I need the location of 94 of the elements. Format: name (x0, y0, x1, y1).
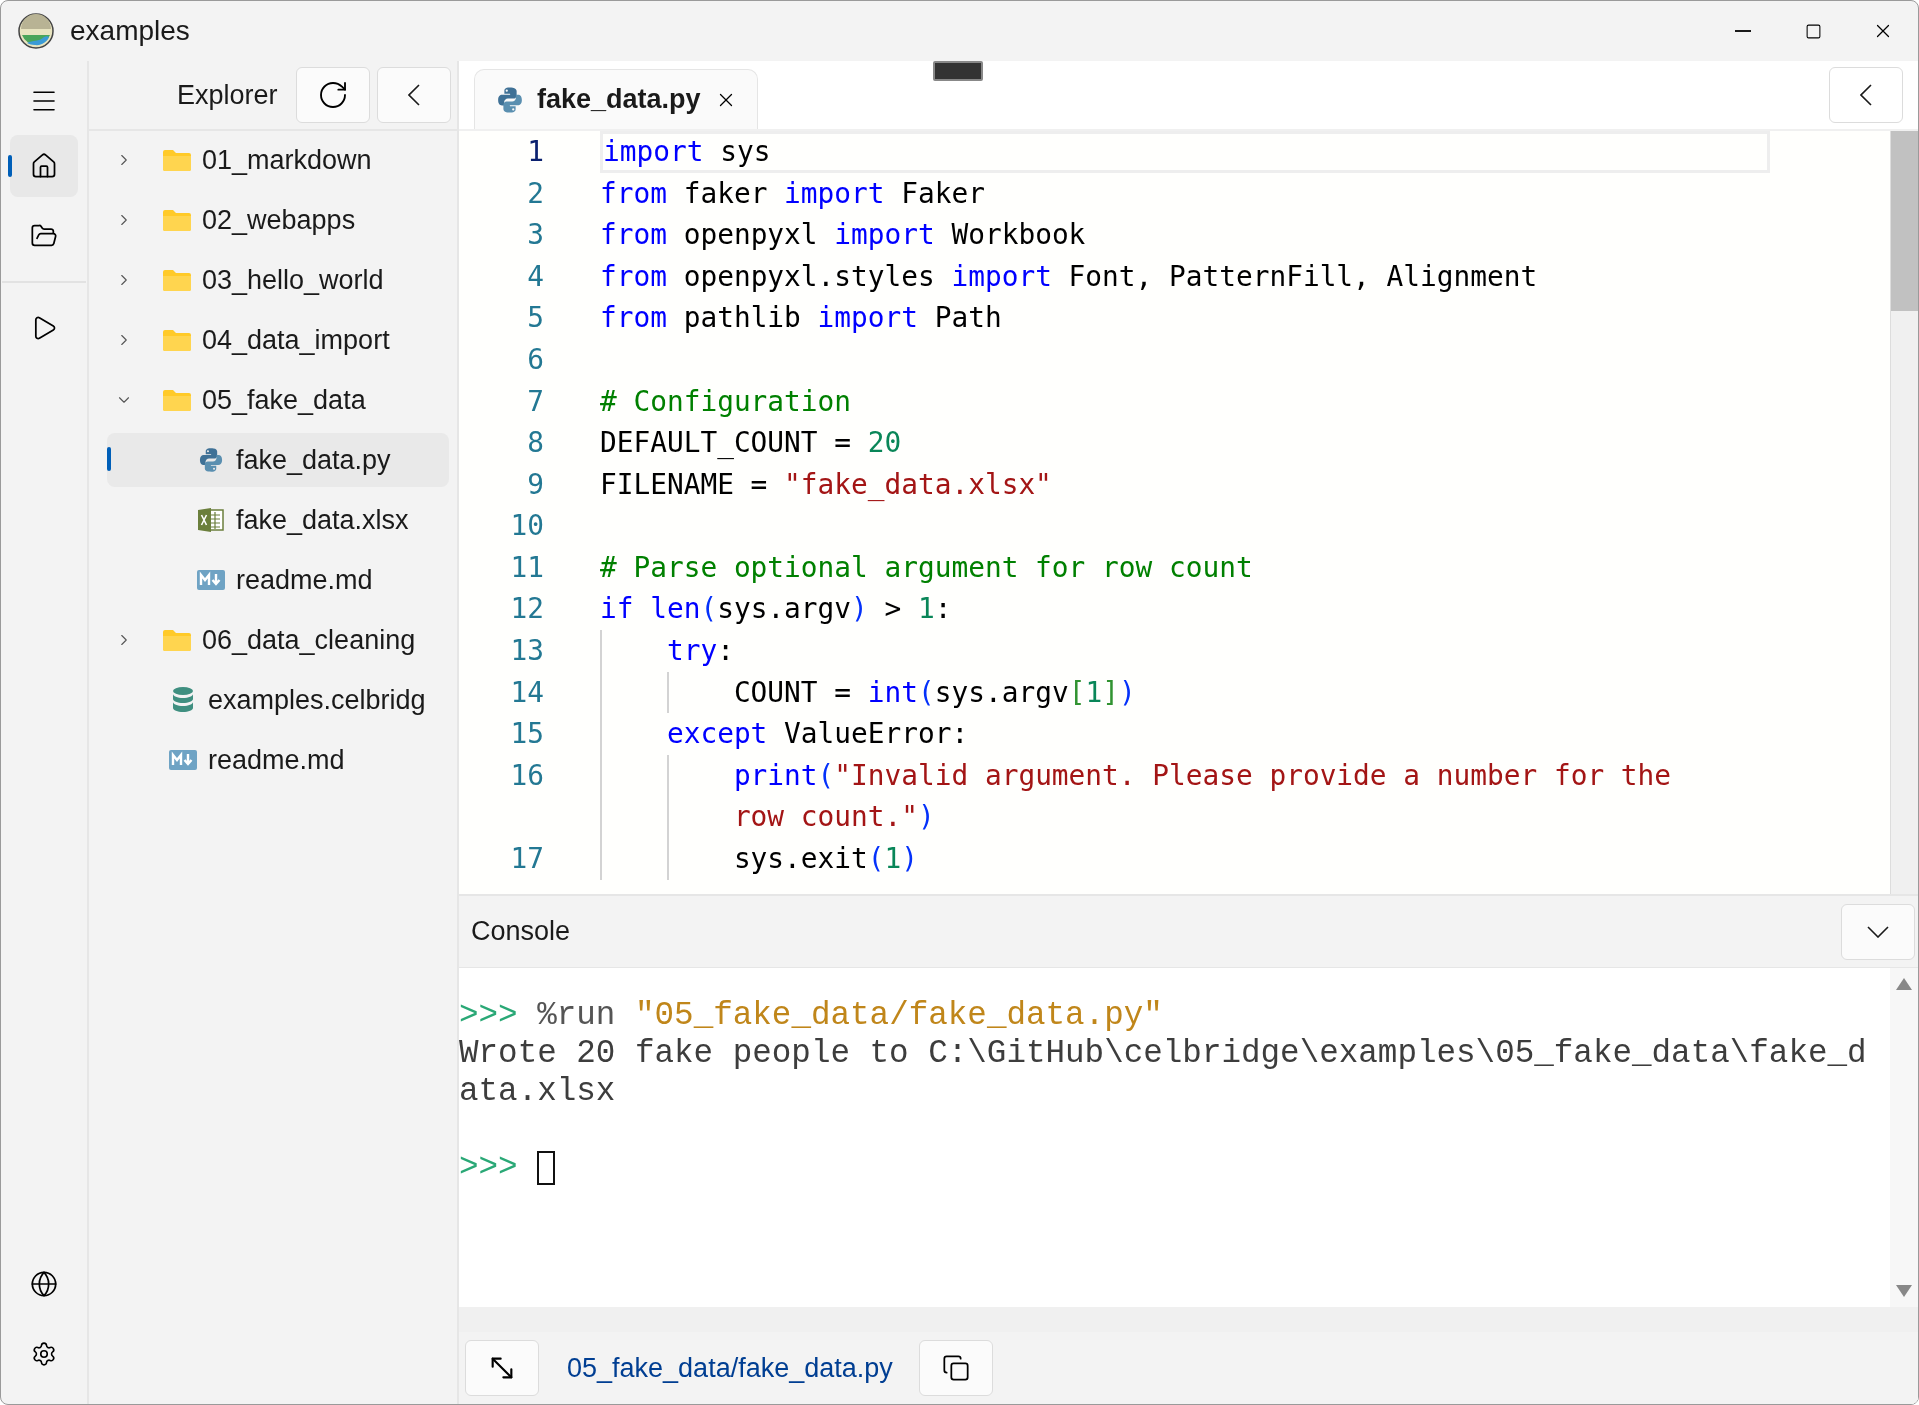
folder-icon (163, 329, 191, 351)
tree-item-label: readme.md (236, 563, 373, 597)
explorer-title: Explorer (177, 78, 278, 112)
file-path-link[interactable]: 05_fake_data/fake_data.py (567, 1347, 893, 1389)
tree-item[interactable]: 05_fake_data (107, 373, 449, 427)
line-number: 9 (526, 466, 544, 503)
tree-item-label: 01_markdown (202, 143, 372, 177)
folder-icon (163, 389, 191, 411)
line-number: 12 (509, 591, 544, 628)
code-line: try: (665, 633, 734, 670)
code-line: from faker import Faker (600, 175, 985, 212)
line-number: 10 (509, 508, 544, 545)
line-number: 6 (526, 341, 544, 378)
tree-item-label: 06_data_cleaning (202, 623, 416, 657)
code-line: from pathlib import Path (600, 300, 1002, 337)
tree-item-label: 05_fake_data (202, 383, 366, 417)
tree-item-label: fake_data.py (236, 443, 391, 477)
console-title: Console (471, 915, 571, 949)
line-number: 7 (526, 383, 544, 420)
line-number: 5 (526, 300, 544, 337)
drag-handle-icon[interactable] (933, 61, 983, 81)
chevron-left-icon (407, 84, 420, 106)
code-line: # Configuration (600, 383, 852, 420)
folder-icon (163, 209, 191, 231)
tree-item[interactable]: examples.celbridg (107, 673, 449, 727)
tree-item-label: 02_webapps (202, 203, 356, 237)
settings-icon (31, 1341, 57, 1367)
tree-item-label: 04_data_import (202, 323, 390, 357)
globe-icon (30, 1270, 58, 1298)
code-line: sys.exit(1) (732, 841, 918, 878)
tree-item[interactable]: readme.md (107, 733, 449, 787)
line-number: 3 (526, 217, 544, 254)
tree-item-label: 03_hello_world (202, 263, 384, 297)
tree-item[interactable]: fake_data.py (107, 433, 449, 487)
scroll-down-icon[interactable] (1896, 1285, 1912, 1297)
tree-item[interactable]: 01_markdown (107, 133, 449, 187)
maximize-icon (1804, 22, 1822, 40)
tree-item[interactable]: 06_data_cleaning (107, 613, 449, 667)
expand-button[interactable] (465, 1340, 539, 1396)
console-prompt: >>> (459, 1149, 518, 1187)
code-line: # Parse optional argument for row count (600, 549, 1253, 586)
spreadsheet-icon (197, 506, 225, 534)
line-number: 11 (509, 549, 544, 586)
minimize-icon (1735, 30, 1751, 32)
line-number: 16 (509, 757, 544, 794)
code-line: print("Invalid argument. Please provide a number for the (732, 757, 1672, 794)
markdown-icon (169, 750, 197, 770)
nav-button[interactable] (10, 135, 78, 197)
line-number: 8 (526, 425, 544, 462)
code-line: from openpyxl.styles import Font, PatternFill, Alignment (600, 258, 1538, 295)
tree-item[interactable]: 04_data_import (107, 313, 449, 367)
chevron-down-icon (1867, 925, 1889, 938)
copy-button[interactable] (918, 1340, 993, 1396)
refresh-button[interactable] (295, 67, 370, 123)
tree-item[interactable]: fake_data.xlsx (107, 493, 449, 547)
database-icon (171, 686, 195, 714)
app-logo-icon (18, 13, 54, 49)
console-output-area[interactable]: >>> %run "05_fake_data/fake_data.py" Wrote 20 fake people to C:\GitHub\celbridge\examples\05_fake_data\fake_data.xlsx >>> (459, 968, 1890, 1307)
console-output: Wrote 20 fake people to C:\GitHub\celbridge\examples\05_fake_data\fake_data.xlsx (459, 1035, 1867, 1111)
editor-tab[interactable]: fake_data.py (474, 69, 758, 129)
chevron-left-icon (1860, 84, 1872, 106)
python-icon (197, 446, 225, 474)
line-number: 13 (509, 633, 544, 670)
tree-item[interactable]: 02_webapps (107, 193, 449, 247)
console-cursor[interactable] (536, 1151, 555, 1185)
line-number: 15 (509, 716, 544, 753)
line-number: 4 (526, 258, 544, 295)
markdown-icon (197, 570, 225, 590)
line-number: 2 (526, 175, 544, 212)
home-icon (30, 152, 58, 180)
code-line: import sys (603, 133, 771, 170)
tree-item-label: fake_data.xlsx (236, 503, 409, 537)
console-command: >>> %run "05_fake_data/fake_data.py" (459, 997, 1164, 1035)
code-line: COUNT = int(sys.argv[1]) (732, 674, 1136, 711)
tree-item-label: readme.md (208, 743, 345, 777)
scrollbar-thumb[interactable] (1891, 131, 1918, 311)
line-number: 1 (526, 133, 544, 170)
tree-item[interactable]: 03_hello_world (107, 253, 449, 307)
code-line: if len(sys.argv) > 1: (600, 591, 952, 628)
code-line: from openpyxl import Workbook (600, 217, 1086, 254)
window-title: examples (70, 14, 190, 48)
code-line: row count.") (732, 799, 935, 836)
tree-item[interactable]: readme.md (107, 553, 449, 607)
code-line: DEFAULT_COUNT = 20 (600, 425, 902, 462)
line-number: 17 (509, 841, 544, 878)
line-number: 14 (509, 674, 544, 711)
code-line: except ValueError: (665, 716, 969, 753)
scroll-up-icon[interactable] (1896, 978, 1912, 990)
code-line: FILENAME = "fake_data.xlsx" (600, 466, 1052, 503)
tree-item-label: examples.celbridg (208, 683, 426, 717)
folder-icon (163, 269, 191, 291)
folder-icon (163, 629, 191, 651)
folder-icon (163, 149, 191, 171)
copy-icon (941, 1354, 970, 1382)
